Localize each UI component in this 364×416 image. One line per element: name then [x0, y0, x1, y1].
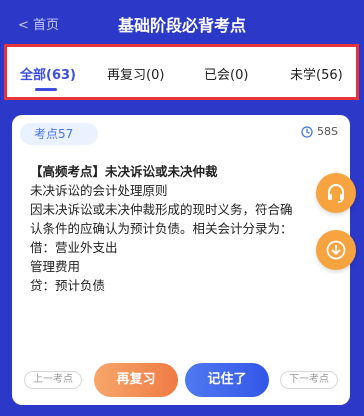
- content-line: 贷：预计负债: [30, 278, 106, 293]
- card-heading: 【高频考点】未决诉讼或未决仲裁: [30, 164, 218, 179]
- card-content: 【高频考点】未决诉讼或未决仲裁 未决诉讼的会计处理原则 因未决诉讼或未决仲裁形成…: [30, 162, 310, 295]
- download-button[interactable]: [316, 230, 356, 270]
- tab-all[interactable]: 全部(63): [20, 64, 76, 83]
- tab-known[interactable]: 已会(0): [204, 64, 248, 83]
- timer-value: 58S: [317, 125, 338, 138]
- content-line: 未决诉讼的会计处理原则: [30, 183, 168, 198]
- content-line: 管理费用: [30, 259, 81, 274]
- page-title: 基础阶段必背考点: [117, 16, 246, 35]
- filter-tabs: 全部(63) 再复习(0) 已会(0) 未学(56): [4, 44, 359, 100]
- active-tab-indicator: [35, 88, 57, 91]
- tab-unlearned[interactable]: 未学(56): [290, 64, 343, 83]
- review-again-button[interactable]: 再复习: [94, 363, 178, 397]
- content-line: 借：营业外支出: [30, 240, 118, 255]
- content-line: 因未决诉讼或未决仲裁形成的现时义务，符合确: [30, 202, 293, 217]
- clock-icon: [301, 125, 313, 138]
- content-line: 认条件的应确认为预计负债。相关会计分录为：: [30, 221, 293, 236]
- remembered-button[interactable]: 记住了: [185, 363, 269, 397]
- headset-icon: [328, 184, 344, 203]
- timer: 58S: [301, 125, 338, 138]
- header-bar: < 首页 基础阶段必背考点: [0, 0, 364, 44]
- customer-service-button[interactable]: [316, 173, 356, 213]
- download-icon: [326, 240, 346, 260]
- tab-review-again[interactable]: 再复习(0): [107, 64, 164, 83]
- action-bar: 上一考点 再复习 记住了 下一考点: [12, 360, 350, 400]
- next-point-button[interactable]: 下一考点: [280, 371, 338, 389]
- previous-point-button[interactable]: 上一考点: [24, 371, 82, 389]
- point-number-badge: 考点57: [20, 123, 98, 145]
